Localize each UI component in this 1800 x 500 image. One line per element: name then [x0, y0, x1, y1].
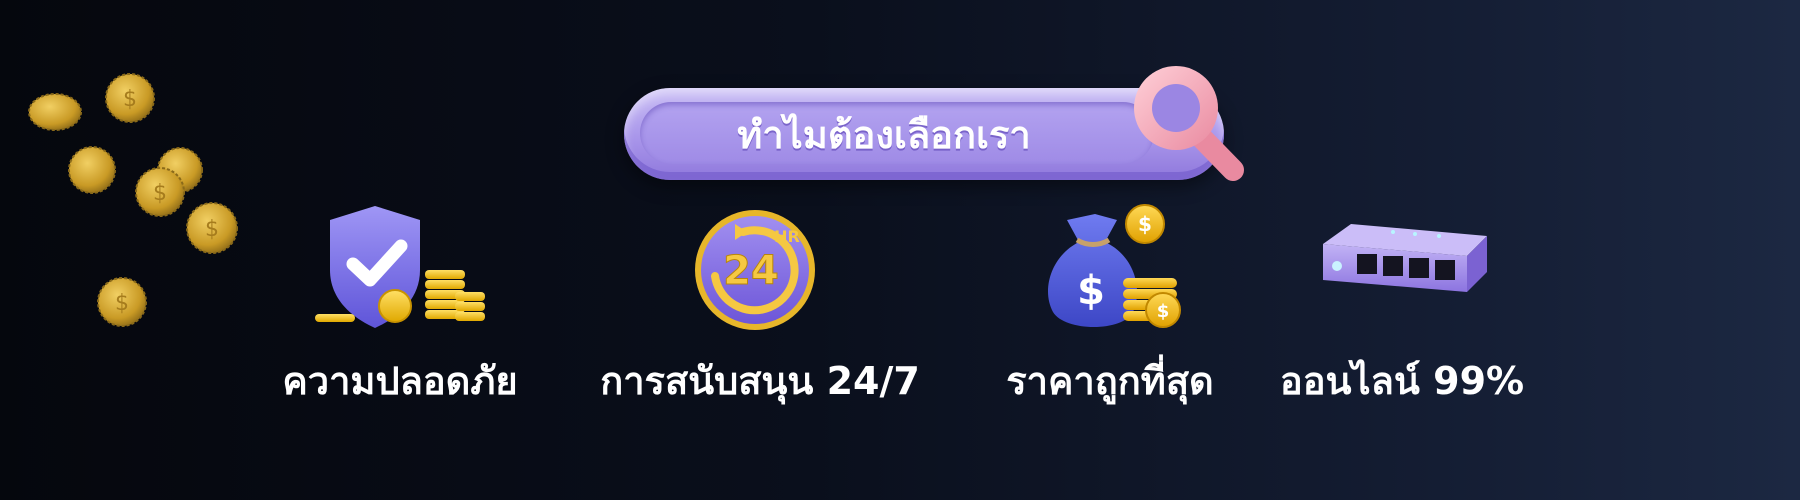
svg-text:$: $ — [123, 87, 137, 112]
svg-text:$: $ — [153, 181, 167, 206]
coin-icon: $ — [135, 167, 185, 217]
feature-label: ราคาถูกที่สุด — [1006, 359, 1214, 403]
feature-label: การสนับสนุน 24/7 — [600, 359, 920, 403]
feature-price: $ $ $ ราคาถูกที่สุด — [945, 200, 1275, 420]
feature-security: ความปลอดภัย — [235, 200, 565, 420]
coin-icon: $ — [105, 73, 155, 123]
feature-label: ความปลอดภัย — [282, 359, 518, 403]
scattered-coins-icon: $ $ $ $ — [28, 73, 238, 327]
svg-text:$: $ — [1138, 212, 1152, 236]
svg-text:$: $ — [205, 217, 219, 242]
coin-icon: $ — [186, 202, 238, 254]
24hr-support-icon: 24 HR — [695, 210, 815, 330]
svg-text:24: 24 — [723, 248, 779, 294]
svg-text:HR: HR — [774, 227, 800, 246]
coin-icon — [68, 146, 116, 194]
feature-uptime: ออนไลน์ 99% — [1237, 200, 1567, 420]
svg-text:$: $ — [115, 291, 129, 316]
svg-text:$: $ — [1077, 268, 1105, 314]
magnifier-icon — [1134, 66, 1244, 181]
feature-support: 24 HR การสนับสนุน 24/7 — [595, 200, 925, 420]
network-switch-icon — [1323, 224, 1487, 292]
coin-icon — [28, 93, 82, 131]
feature-label: ออนไลน์ 99% — [1279, 359, 1525, 403]
svg-text:$: $ — [1157, 301, 1170, 322]
shield-check-coins-icon — [315, 206, 485, 328]
money-bag-coins-icon: $ $ $ — [1048, 204, 1181, 328]
coin-icon: $ — [97, 277, 147, 327]
section-title: ทำไมต้องเลือกเรา — [737, 112, 1031, 157]
